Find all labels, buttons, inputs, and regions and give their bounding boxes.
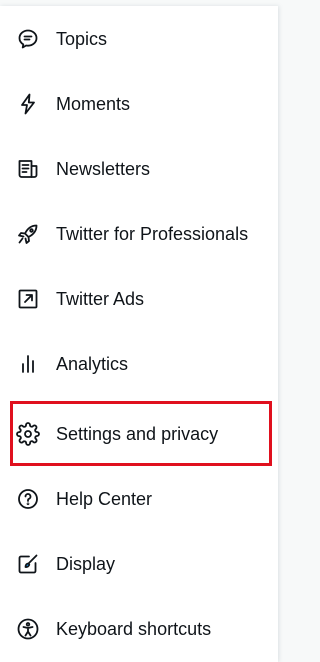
external-link-icon [16,287,40,311]
lightning-icon [16,92,40,116]
menu-item-label: Moments [56,93,131,114]
menu-item-label: Newsletters [56,158,151,179]
accessibility-icon [16,617,40,641]
topics-icon [16,27,40,51]
menu-item-moments[interactable]: Moments [0,71,278,136]
menu-item-newsletters[interactable]: Newsletters [0,136,278,201]
menu-item-label: Keyboard shortcuts [56,618,212,639]
menu-item-twitter-ads[interactable]: Twitter Ads [0,266,278,331]
menu-item-settings-and-privacy[interactable]: Settings and privacy [0,401,278,466]
more-menu-panel: Topics Moments Newsletters Twitter for P… [0,6,278,662]
display-icon [16,552,40,576]
newsletter-icon [16,157,40,181]
rocket-icon [16,222,40,246]
menu-item-analytics[interactable]: Analytics [0,331,278,396]
menu-item-label: Twitter for Professionals [56,223,249,244]
menu-item-label: Settings and privacy [56,423,219,444]
menu-item-display[interactable]: Display [0,531,278,596]
menu-item-label: Display [56,553,116,574]
gear-icon [16,421,40,446]
menu-item-keyboard-shortcuts[interactable]: Keyboard shortcuts [0,596,278,661]
bar-chart-icon [16,352,40,376]
menu-item-twitter-for-professionals[interactable]: Twitter for Professionals [0,201,278,266]
menu-item-topics[interactable]: Topics [0,6,278,71]
menu-item-label: Help Center [56,488,153,509]
menu-item-label: Topics [56,28,108,49]
background-edge [278,6,297,662]
help-icon [16,487,40,511]
menu-item-help-center[interactable]: Help Center [0,466,278,531]
menu-item-label: Twitter Ads [56,288,145,309]
menu-item-label: Analytics [56,353,129,374]
